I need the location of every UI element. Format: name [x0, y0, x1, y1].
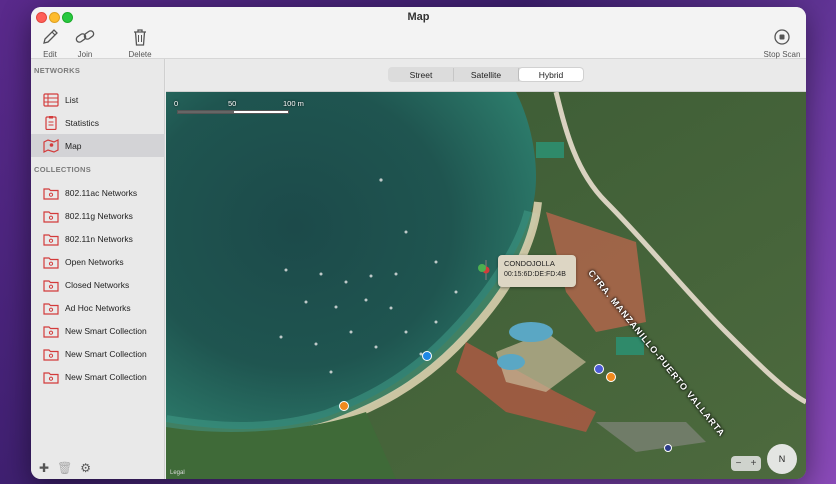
sidebar-item-label: Map	[65, 140, 82, 151]
smart-folder-icon	[43, 210, 59, 223]
trash-icon[interactable]: 🗑	[57, 461, 72, 475]
app-window: Map Edit Join Delete Stop Scan NETWORKS …	[31, 7, 806, 479]
sidebar-collection-item[interactable]: 802.11ac Networks	[31, 181, 165, 204]
map-icon	[43, 138, 59, 153]
sidebar-collection-item[interactable]: Closed Networks	[31, 273, 165, 296]
pencil-icon	[43, 29, 58, 44]
window-title: Map	[407, 11, 430, 23]
clipboard-icon	[45, 115, 57, 130]
zoom-in-button[interactable]: +	[746, 456, 761, 471]
map-view[interactable]: 0 50 100 m CTRA. MANZANILLO-PUERTO VALLA…	[166, 92, 806, 479]
smart-folder-icon	[43, 349, 59, 361]
zoom-control: − +	[731, 456, 761, 471]
smart-folder-icon	[43, 372, 59, 384]
segment-satellite[interactable]: Satellite	[454, 68, 519, 81]
stop-scan-button[interactable]: Stop Scan	[759, 27, 805, 59]
sidebar-collection-item[interactable]: Ad Hoc Networks	[31, 297, 165, 320]
map-type-bar: Street Satellite Hybrid	[166, 59, 806, 92]
sidebar-footer: ✚ 🗑 ⚙	[31, 457, 165, 479]
sidebar-item-label: Statistics	[65, 117, 100, 128]
sidebar-collection-item[interactable]: New Smart Collection	[31, 320, 165, 343]
sidebar-item-label: 802.11n Networks	[65, 233, 133, 244]
sidebar-collection-item[interactable]: New Smart Collection	[31, 366, 165, 389]
delete-button[interactable]: Delete	[118, 27, 162, 59]
smart-folder-icon	[43, 326, 59, 338]
segment-hybrid[interactable]: Hybrid	[519, 68, 583, 81]
collections-section-title: COLLECTIONS	[34, 165, 92, 174]
smart-folder-icon	[43, 187, 59, 200]
compass-icon[interactable]: N	[767, 444, 797, 474]
stop-scan-label: Stop Scan	[763, 50, 801, 59]
titlebar: Map Edit Join Delete Stop Scan	[31, 7, 806, 59]
sidebar-item-label: New Smart Collection	[65, 326, 147, 337]
add-gear-icon[interactable]: ✚	[39, 461, 49, 475]
network-name: CONDOJOLLA	[504, 259, 555, 268]
sidebar-item-statistics[interactable]: Statistics	[31, 111, 165, 134]
scale-label-100: 100 m	[283, 99, 304, 108]
sidebar-collection-item[interactable]: 802.11n Networks	[31, 227, 165, 250]
sidebar-collection-item[interactable]: 802.11g Networks	[31, 204, 165, 227]
segment-street[interactable]: Street	[389, 68, 454, 81]
network-pin-callout[interactable]: CONDOJOLLA 00:15:6D:DE:FD:4B	[498, 255, 576, 287]
delete-label: Delete	[128, 50, 152, 59]
list-icon	[43, 92, 59, 107]
map-type-segmented-control[interactable]: Street Satellite Hybrid	[388, 67, 584, 82]
sidebar-item-label: 802.11ac Networks	[65, 187, 138, 198]
stop-circle-icon	[774, 29, 790, 45]
zoom-out-button[interactable]: −	[731, 456, 746, 471]
smart-folder-icon	[43, 303, 59, 315]
smart-folder-icon	[43, 280, 59, 292]
sidebar: NETWORKS List Statistics Map COLLECTIONS	[31, 59, 165, 479]
network-mac: 00:15:6D:DE:FD:4B	[504, 271, 566, 278]
sidebar-collection-item[interactable]: Open Networks	[31, 250, 165, 273]
scale-label-50: 50	[228, 99, 237, 108]
join-label: Join	[77, 50, 93, 59]
sidebar-item-label: Ad Hoc Networks	[65, 303, 131, 313]
smart-folder-icon	[43, 234, 59, 246]
sidebar-item-label: New Smart Collection	[65, 372, 147, 383]
sidebar-item-list[interactable]: List	[31, 88, 165, 111]
sidebar-item-label: 802.11g Networks	[65, 210, 133, 221]
sidebar-item-label: Closed Networks	[65, 279, 130, 290]
scale-label-0: 0	[174, 99, 179, 108]
main-content: Street Satellite Hybrid 0 50 100 m CTRA.…	[166, 59, 806, 479]
link-icon	[75, 30, 95, 43]
compass-north-label: N	[778, 454, 786, 464]
trash-icon	[134, 29, 146, 46]
gear-icon[interactable]: ⚙	[80, 461, 91, 475]
sidebar-item-label: List	[65, 94, 79, 105]
sidebar-item-label: New Smart Collection	[65, 349, 147, 360]
sidebar-item-label: Open Networks	[65, 256, 124, 267]
sidebar-collection-item[interactable]: New Smart Collection	[31, 343, 165, 366]
scale-bar	[177, 110, 289, 114]
networks-section-title: NETWORKS	[34, 66, 81, 75]
join-button[interactable]: Join	[63, 27, 107, 59]
sidebar-item-map[interactable]: Map	[31, 134, 165, 157]
smart-folder-icon	[43, 257, 59, 269]
legal-link[interactable]: Legal	[170, 470, 185, 476]
